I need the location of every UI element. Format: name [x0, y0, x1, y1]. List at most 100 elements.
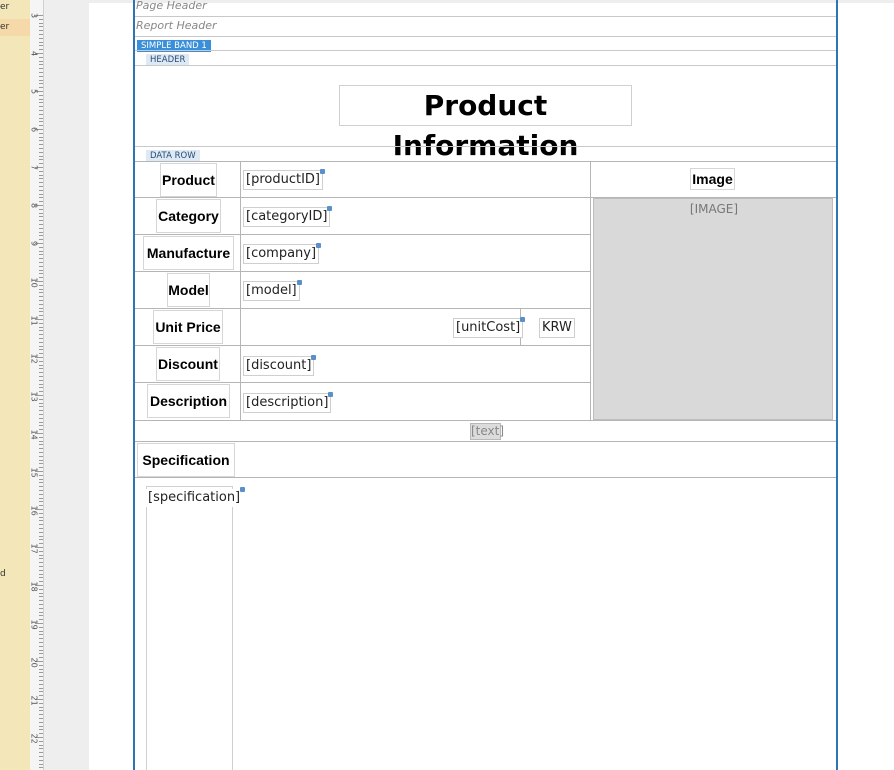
- ruler-tick: [39, 338, 43, 339]
- ruler-tick: [39, 178, 43, 179]
- ruler-tick: [39, 528, 43, 529]
- table-line: [135, 234, 591, 235]
- ruler-tick: [39, 650, 43, 651]
- label-model[interactable]: Model: [167, 273, 210, 307]
- band-divider: [135, 65, 836, 66]
- ruler-tick: [39, 308, 43, 309]
- ruler-tick: [39, 501, 43, 502]
- label-unit-price[interactable]: Unit Price: [153, 310, 223, 344]
- table-line: [135, 345, 591, 346]
- ruler-number: 6: [29, 126, 39, 133]
- ruler-number: 18: [29, 581, 39, 592]
- ruler-tick: [39, 429, 43, 430]
- ruler-tick: [39, 748, 43, 749]
- ruler-tick: [39, 148, 43, 149]
- label-image[interactable]: Image: [690, 168, 735, 190]
- ruler-number: 11: [29, 315, 39, 326]
- label-specification[interactable]: Specification: [137, 443, 235, 477]
- ruler-tick: [39, 334, 43, 335]
- ruler-tick: [39, 752, 43, 753]
- ruler-tick: [39, 627, 43, 628]
- ruler-tick: [39, 262, 43, 263]
- ruler-tick: [39, 665, 43, 666]
- field-category-id[interactable]: [categoryID]: [243, 206, 333, 227]
- ruler-tick: [39, 254, 43, 255]
- ruler-tick: [39, 467, 43, 468]
- ruler-tick: [39, 175, 43, 176]
- field-discount[interactable]: [discount]: [243, 355, 317, 376]
- outline-item-3[interactable]: d: [0, 569, 6, 579]
- ruler-tick: [39, 566, 43, 567]
- field-model[interactable]: [model]: [243, 280, 302, 301]
- ruler-tick: [39, 581, 43, 582]
- ruler-tick: [39, 555, 43, 556]
- ruler-tick: [39, 380, 43, 381]
- ruler-tick: [39, 76, 43, 77]
- field-product-id[interactable]: [productID]: [243, 169, 325, 190]
- ruler-tick: [39, 159, 43, 160]
- field-specification[interactable]: [specification]: [146, 487, 246, 507]
- ruler-tick: [39, 49, 43, 50]
- ruler-tick: [39, 64, 43, 65]
- text-field[interactable]: [text]: [470, 423, 504, 440]
- outline-item-1[interactable]: er: [0, 2, 9, 12]
- ruler-tick: [39, 486, 43, 487]
- report-header-band[interactable]: Report Header: [136, 19, 217, 32]
- ruler-tick: [39, 137, 43, 138]
- ruler-tick: [39, 764, 43, 765]
- ruler-tick: [39, 741, 43, 742]
- ruler-tick: [39, 216, 43, 217]
- ruler-tick: [39, 406, 43, 407]
- ruler-tick: [39, 718, 43, 719]
- image-placeholder[interactable]: [IMAGE]: [593, 198, 833, 420]
- ruler-tick: [39, 448, 43, 449]
- field-description[interactable]: [description]: [243, 392, 334, 413]
- ruler-tick: [39, 83, 43, 84]
- ruler-tick: [39, 539, 43, 540]
- label-manufacture[interactable]: Manufacture: [143, 236, 234, 270]
- ruler-tick: [39, 72, 43, 73]
- ruler-tick: [39, 213, 43, 214]
- page-header-band[interactable]: Page Header: [136, 0, 207, 12]
- ruler-tick: [39, 209, 43, 210]
- ruler-tick: [39, 273, 43, 274]
- table-line: [135, 382, 591, 383]
- ruler-tick: [39, 475, 43, 476]
- ruler-tick: [39, 760, 43, 761]
- ruler-number: 10: [29, 277, 39, 288]
- ruler-tick: [39, 372, 43, 373]
- ruler-tick: [39, 707, 43, 708]
- ruler-tick: [39, 106, 43, 107]
- vertical-ruler: 3456789101112131415161718192021223: [30, 0, 44, 770]
- label-discount[interactable]: Discount: [156, 347, 220, 381]
- ruler-tick: [39, 361, 43, 362]
- ruler-tick: [39, 285, 43, 286]
- field-currency[interactable]: KRW: [539, 318, 575, 338]
- ruler-tick: [39, 45, 43, 46]
- report-title[interactable]: Product Information: [339, 85, 632, 162]
- ruler-tick: [39, 703, 43, 704]
- specification-box[interactable]: [146, 486, 233, 770]
- ruler-tick: [39, 239, 43, 240]
- ruler-tick: [39, 570, 43, 571]
- ruler-tick: [39, 524, 43, 525]
- ruler-tick: [39, 140, 43, 141]
- field-company[interactable]: [company]: [243, 243, 322, 264]
- ruler-tick: [39, 418, 43, 419]
- ruler-tick: [39, 479, 43, 480]
- ruler-tick: [39, 756, 43, 757]
- outline-panel: er er d: [0, 0, 30, 770]
- field-unit-cost[interactable]: [unitCost]: [453, 317, 526, 338]
- ruler-tick: [39, 403, 43, 404]
- ruler-tick: [39, 456, 43, 457]
- ruler-tick: [39, 536, 43, 537]
- label-product[interactable]: Product: [160, 163, 217, 197]
- label-category[interactable]: Category: [156, 199, 221, 233]
- ruler-tick: [39, 61, 43, 62]
- ruler-tick: [39, 729, 43, 730]
- outline-item-2[interactable]: er: [0, 19, 30, 36]
- ruler-tick: [39, 38, 43, 39]
- label-description[interactable]: Description: [147, 384, 230, 418]
- ruler-number: 15: [29, 467, 39, 478]
- ruler-tick: [39, 577, 43, 578]
